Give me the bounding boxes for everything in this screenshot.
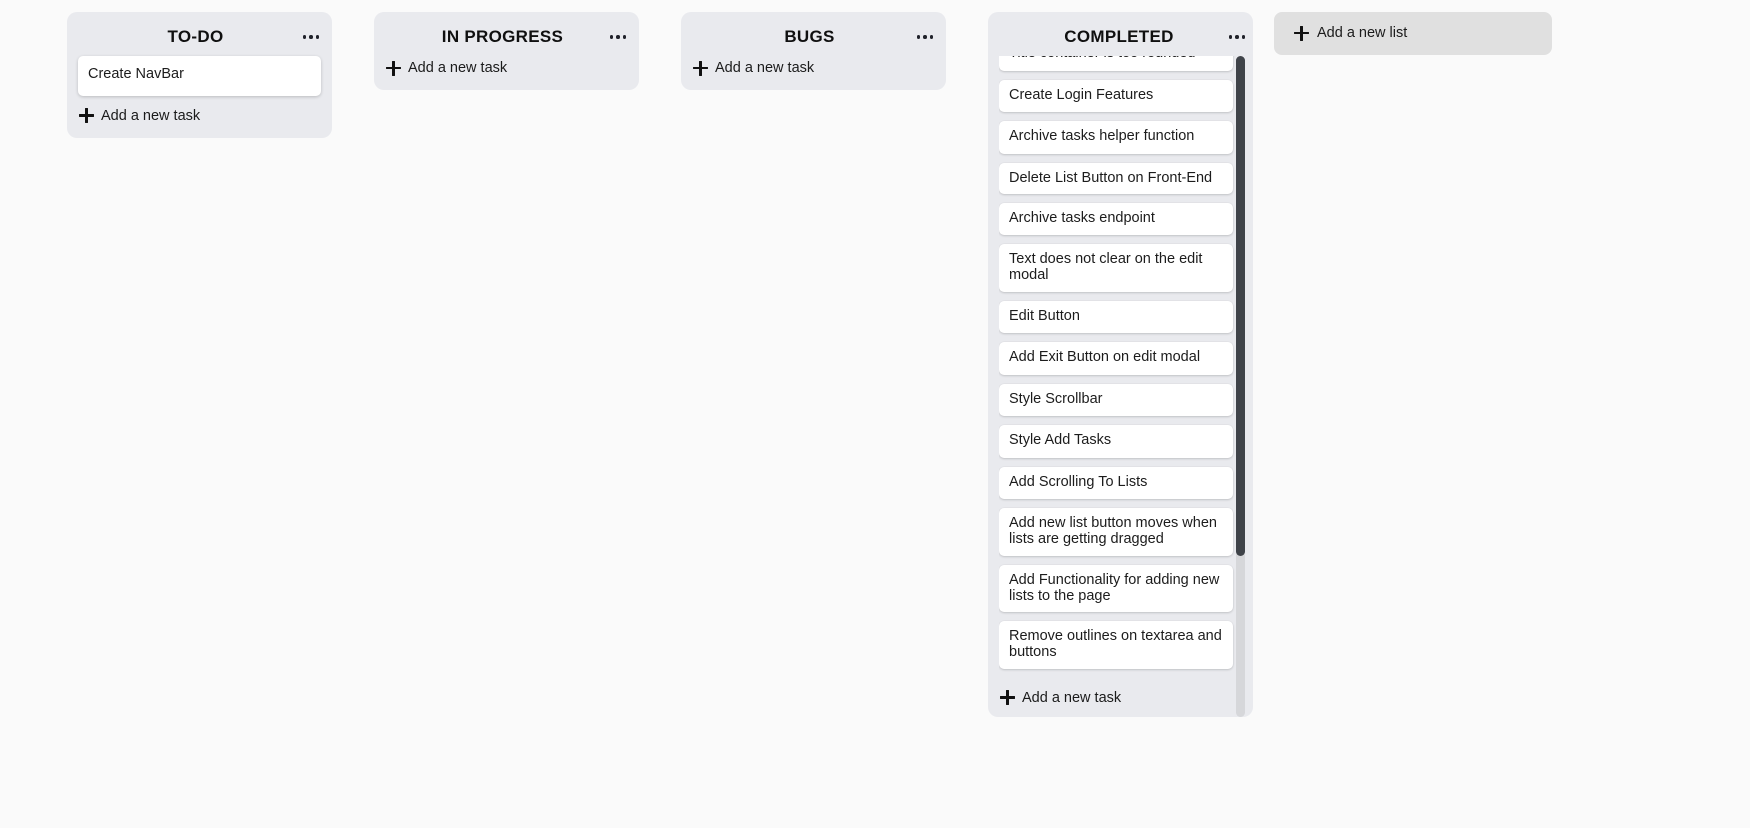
kanban-board: TO-DO Create NavBar Add a new task IN PROGR…	[0, 0, 1750, 828]
plus-icon	[1294, 25, 1309, 41]
ellipsis-horizontal-icon-dot	[1228, 35, 1233, 39]
ellipsis-horizontal-icon-dot	[302, 35, 307, 39]
task-card-text: Delete List Button on Front-End	[1009, 169, 1213, 186]
list-menu-button-bugs[interactable]	[913, 27, 937, 47]
ellipsis-horizontal-icon-dot	[1241, 35, 1246, 39]
task-card[interactable]: Add Scrolling To Lists	[999, 466, 1233, 500]
ellipsis-horizontal-icon-dot	[923, 35, 927, 39]
ellipsis-horizontal-icon-dot	[929, 35, 934, 39]
task-card-text: Title container is too rounded	[1009, 56, 1195, 61]
task-card-text: Add Scrolling To Lists	[1009, 473, 1148, 490]
list-menu-button-in-progress[interactable]	[606, 27, 630, 47]
list-menu-button-to-do[interactable]	[299, 27, 323, 47]
task-card-text: Create Login Features	[1009, 86, 1154, 103]
add-list-button[interactable]: Add a new list	[1274, 12, 1552, 55]
ellipsis-horizontal-icon-dot	[622, 35, 627, 39]
task-card-text: Style Add Tasks	[1009, 432, 1112, 449]
task-card-text: Add new list button moves when lists are…	[1009, 515, 1217, 548]
list-slot-in-progress: IN PROGRESS Add a new task	[353, 12, 660, 90]
task-card[interactable]: Style Scrollbar	[999, 383, 1233, 417]
list-column-bugs: BUGS Add a new task	[681, 12, 946, 90]
list-title-to-do[interactable]: TO-DO	[168, 27, 232, 47]
list-slot-completed: COMPLETED Title container is too rounded C…	[967, 12, 1274, 717]
task-card[interactable]: Edit Button	[999, 300, 1233, 334]
list-slot-to-do: TO-DO Create NavBar Add a new task	[46, 12, 353, 138]
list-menu-button-completed[interactable]	[1225, 27, 1249, 47]
add-task-label: Add a new task	[1022, 689, 1122, 706]
task-card-text: Archive tasks helper function	[1009, 128, 1195, 144]
task-list-to-do: Create NavBar	[78, 56, 321, 96]
list-column-completed: COMPLETED Title container is too rounded C…	[988, 12, 1253, 717]
list-header-completed: COMPLETED	[999, 22, 1247, 52]
task-card-text: Add Exit Button on edit modal	[1009, 349, 1201, 366]
task-card[interactable]: Add Exit Button on edit modal	[999, 342, 1233, 375]
ellipsis-horizontal-icon-dot	[616, 35, 620, 39]
task-card-text: Text does not clear on the edit modal	[1009, 251, 1203, 284]
ellipsis-horizontal-icon-dot	[609, 35, 614, 39]
list-title-completed[interactable]: COMPLETED	[1064, 27, 1181, 47]
task-card[interactable]: Archive tasks helper function	[999, 121, 1233, 154]
list-scrollbar-completed[interactable]	[1236, 56, 1245, 717]
task-card[interactable]: Text does not clear on the edit modal	[999, 244, 1233, 292]
task-card[interactable]: Add new list button moves when lists are…	[999, 508, 1233, 556]
plus-icon	[1000, 690, 1015, 706]
list-column-in-progress: IN PROGRESS Add a new task	[374, 12, 639, 90]
list-header-bugs: BUGS	[692, 22, 935, 52]
task-card-text: Create NavBar	[88, 66, 184, 82]
task-card[interactable]: Add Functionality for adding new lists t…	[999, 564, 1233, 613]
ellipsis-horizontal-icon-dot	[1235, 35, 1239, 39]
add-task-label: Add a new task	[715, 60, 815, 76]
list-header-to-do: TO-DO	[78, 22, 321, 52]
list-title-bugs[interactable]: BUGS	[784, 27, 842, 47]
add-list-slot: Add a new list	[1274, 12, 1552, 55]
list-scrollbar-thumb-completed[interactable]	[1236, 56, 1245, 556]
task-card-text: Edit Button	[1009, 307, 1080, 324]
add-task-button-bugs[interactable]: Add a new task	[692, 58, 935, 78]
add-task-button-to-do[interactable]: Add a new task	[78, 106, 321, 126]
task-card[interactable]: Archive tasks endpoint	[999, 202, 1233, 236]
ellipsis-horizontal-icon-dot	[309, 35, 313, 39]
list-column-to-do: TO-DO Create NavBar Add a new task	[67, 12, 332, 138]
task-card[interactable]: Create Login Features	[999, 79, 1233, 112]
ellipsis-horizontal-icon-dot	[916, 35, 921, 39]
task-card[interactable]: Title container is too rounded	[999, 56, 1233, 71]
task-card-text: Remove outlines on textarea and buttons	[1009, 628, 1222, 661]
task-card[interactable]: Style Add Tasks	[999, 425, 1233, 458]
task-card[interactable]: Create NavBar	[78, 56, 321, 96]
plus-icon	[79, 108, 94, 123]
ellipsis-horizontal-icon-dot	[315, 35, 320, 39]
task-card[interactable]: Delete List Button on Front-End	[999, 162, 1233, 194]
plus-icon	[386, 60, 401, 76]
task-card[interactable]: Remove outlines on textarea and buttons	[999, 621, 1233, 669]
add-task-button-completed[interactable]: Add a new task	[999, 688, 1233, 708]
add-task-label: Add a new task	[408, 60, 508, 76]
list-scroll-viewport-completed: Title container is too rounded Create Log…	[999, 56, 1245, 717]
add-list-label: Add a new list	[1317, 25, 1408, 41]
task-card-text: Archive tasks endpoint	[1009, 209, 1155, 226]
add-task-label: Add a new task	[101, 107, 201, 124]
list-slot-bugs: BUGS Add a new task	[660, 12, 967, 90]
plus-icon	[693, 60, 708, 76]
add-task-button-in-progress[interactable]: Add a new task	[385, 58, 628, 78]
list-header-in-progress: IN PROGRESS	[385, 22, 628, 52]
task-card-text: Style Scrollbar	[1009, 390, 1103, 407]
task-list-completed: Title container is too rounded Create Log…	[999, 56, 1245, 717]
task-card-text: Add Functionality for adding new lists t…	[1009, 571, 1220, 604]
list-title-in-progress[interactable]: IN PROGRESS	[442, 27, 571, 47]
